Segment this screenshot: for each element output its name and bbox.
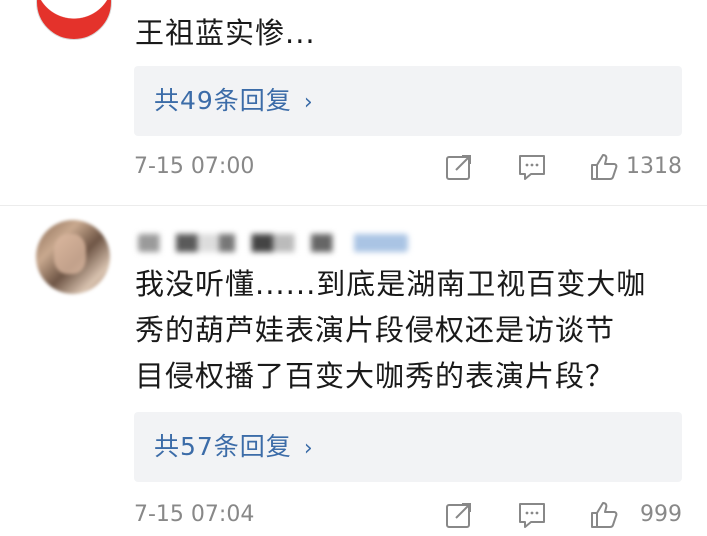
avatar[interactable] [36, 220, 110, 294]
comment-meta: 7-15 07:00 1318 [134, 148, 682, 188]
comment-text: 王祖蓝实惨... [135, 16, 316, 50]
replies-box[interactable]: 共57条回复 › [134, 412, 682, 482]
avatar[interactable] [36, 0, 112, 40]
like-count: 1318 [626, 154, 682, 179]
comment-icon[interactable] [517, 152, 547, 182]
view-replies-link[interactable]: 共49条回复 › [154, 66, 314, 136]
comment-time: 7-15 07:00 [134, 154, 255, 179]
replies-count-label: 共57条回复 [154, 432, 292, 461]
comment-meta: 7-15 07:04 999 [134, 496, 682, 536]
comment-item: 我没听懂......到底是湖南卫视百变大咖 秀的葫芦娃表演片段侵权还是访谈节 目… [0, 206, 707, 528]
thumbs-up-icon[interactable] [589, 152, 619, 182]
replies-box[interactable]: 共49条回复 › [134, 66, 682, 136]
replies-count-label: 共49条回复 [154, 86, 292, 115]
chevron-right-icon: › [303, 90, 314, 115]
share-icon[interactable] [444, 152, 474, 182]
comment-item: 王祖蓝实惨... 共49条回复 › 7-15 07:00 1318 [0, 0, 707, 200]
thumbs-up-icon[interactable] [589, 500, 619, 530]
chevron-right-icon: › [303, 436, 314, 461]
username-blurred[interactable] [138, 234, 408, 252]
view-replies-link[interactable]: 共57条回复 › [154, 412, 314, 482]
comment-icon[interactable] [517, 500, 547, 530]
share-icon[interactable] [444, 500, 474, 530]
comment-text: 我没听懂......到底是湖南卫视百变大咖 秀的葫芦娃表演片段侵权还是访谈节 目… [135, 267, 647, 393]
